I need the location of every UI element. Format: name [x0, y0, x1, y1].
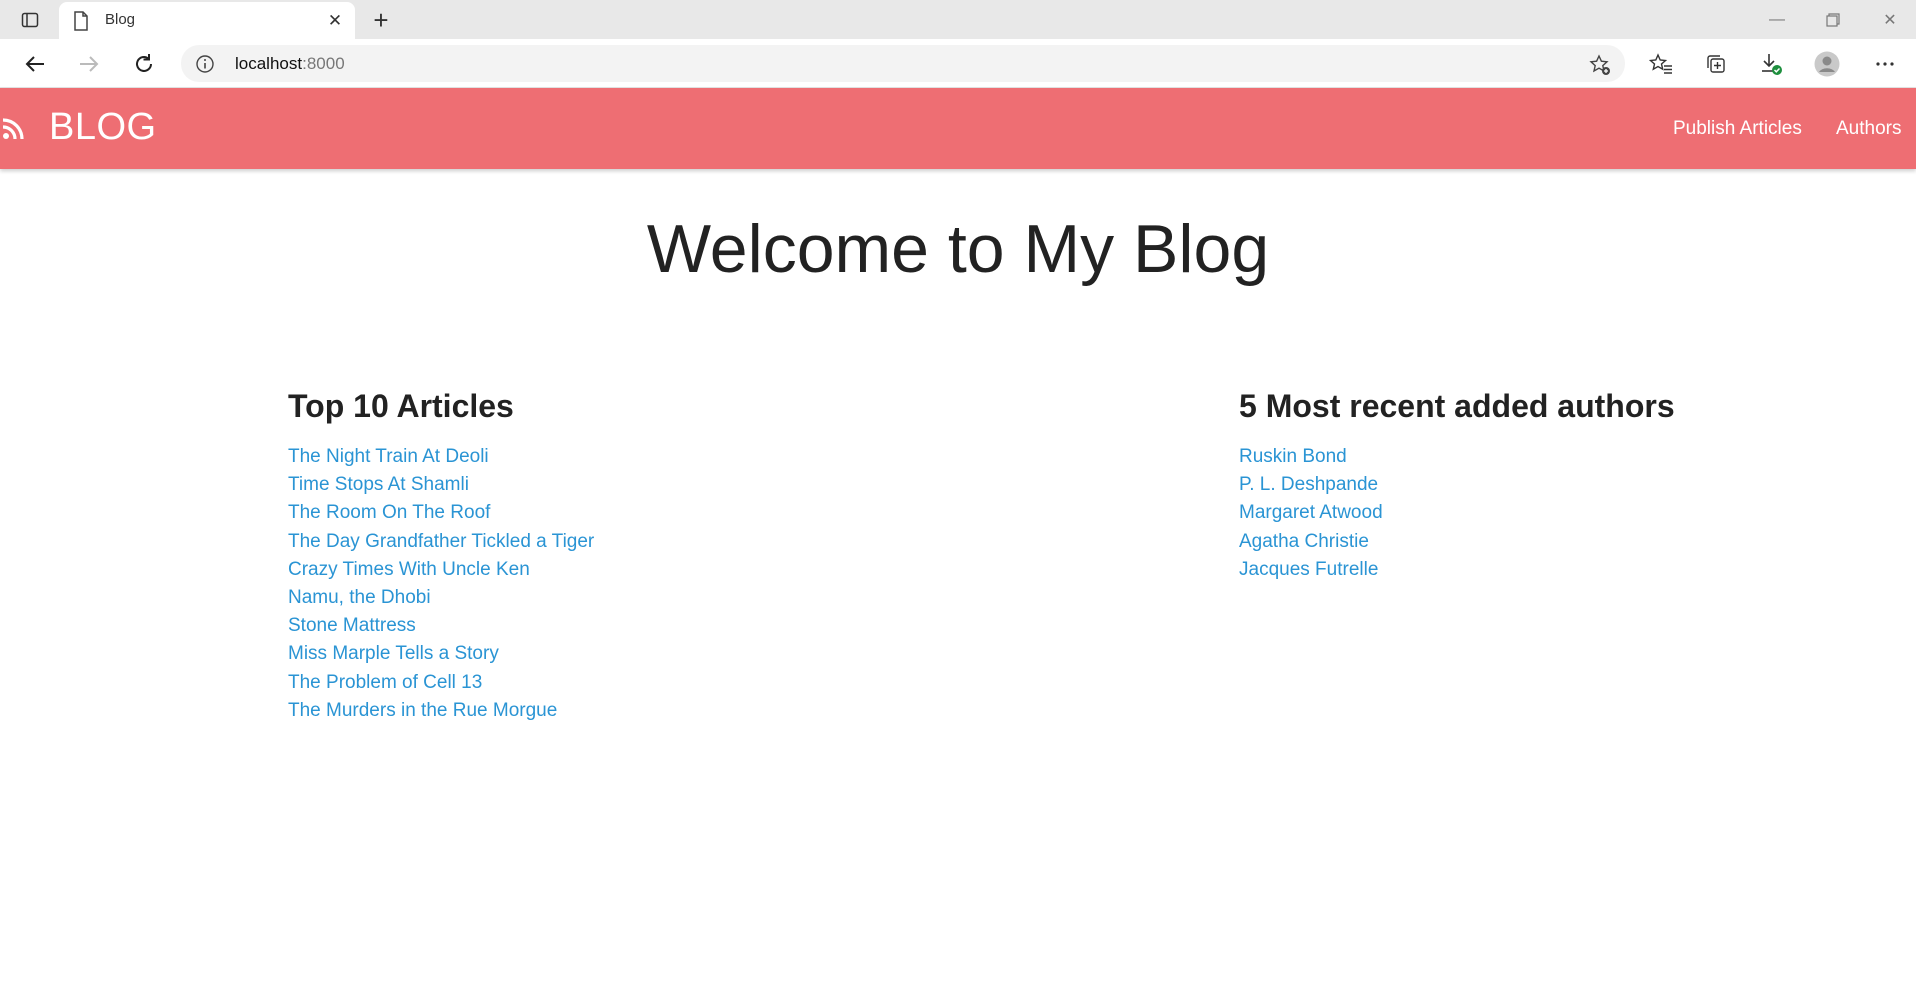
article-link[interactable]: Stone Mattress [288, 612, 594, 640]
profile-avatar-icon[interactable] [1812, 49, 1842, 79]
collections-icon[interactable] [1701, 49, 1731, 79]
articles-heading: Top 10 Articles [288, 388, 514, 424]
back-icon[interactable] [20, 49, 50, 79]
close-window-icon[interactable]: ✕ [1875, 6, 1905, 34]
author-link[interactable]: Jacques Futrelle [1239, 556, 1383, 584]
refresh-icon[interactable] [129, 49, 159, 79]
rss-icon [2, 118, 26, 140]
article-link[interactable]: Time Stops At Shamli [288, 471, 594, 499]
author-link[interactable]: Ruskin Bond [1239, 443, 1383, 471]
article-link[interactable]: The Problem of Cell 13 [288, 669, 594, 697]
article-link[interactable]: The Night Train At Deoli [288, 443, 594, 471]
nav-publish-articles[interactable]: Publish Articles [1673, 118, 1802, 140]
downloads-icon[interactable] [1756, 49, 1786, 79]
new-tab-icon[interactable]: + [368, 5, 394, 35]
minimize-icon[interactable]: — [1762, 6, 1792, 34]
site-navbar: BLOG Publish Articles Authors [0, 88, 1916, 169]
article-link[interactable]: Miss Marple Tells a Story [288, 640, 594, 668]
add-favorite-icon[interactable] [1589, 54, 1611, 76]
author-link[interactable]: Agatha Christie [1239, 528, 1383, 556]
url-port: :8000 [302, 54, 345, 73]
article-link[interactable]: Namu, the Dhobi [288, 584, 594, 612]
browser-tab[interactable]: Blog ✕ [59, 2, 355, 39]
browser-tab-bar: Blog ✕ + — ✕ [0, 0, 1916, 39]
restore-icon[interactable] [1818, 6, 1848, 34]
close-tab-icon[interactable]: ✕ [325, 11, 345, 31]
url-text: localhost:8000 [235, 54, 345, 74]
article-link[interactable]: The Room On The Roof [288, 499, 594, 527]
site-info-icon[interactable] [195, 54, 215, 74]
page-icon [73, 11, 91, 31]
authors-list: Ruskin Bond P. L. Deshpande Margaret Atwoo… [1239, 443, 1383, 584]
authors-heading: 5 Most recent added authors [1239, 388, 1675, 424]
brand-logo-link[interactable]: BLOG [49, 106, 157, 149]
tab-actions-icon[interactable] [18, 8, 42, 32]
browser-toolbar: localhost:8000 [0, 39, 1916, 88]
more-menu-icon[interactable] [1870, 49, 1900, 79]
article-link[interactable]: The Murders in the Rue Morgue [288, 697, 594, 725]
address-bar[interactable]: localhost:8000 [181, 45, 1625, 82]
favorites-icon[interactable] [1646, 49, 1676, 79]
url-host: localhost [235, 54, 303, 73]
nav-authors[interactable]: Authors [1836, 118, 1901, 140]
author-link[interactable]: P. L. Deshpande [1239, 471, 1383, 499]
article-link[interactable]: The Day Grandfather Tickled a Tiger [288, 528, 594, 556]
forward-icon[interactable] [74, 49, 104, 79]
page-title: Welcome to My Blog [646, 211, 1270, 287]
author-link[interactable]: Margaret Atwood [1239, 499, 1383, 527]
articles-list: The Night Train At Deoli Time Stops At Sh… [288, 443, 594, 725]
article-link[interactable]: Crazy Times With Uncle Ken [288, 556, 594, 584]
tab-title: Blog [105, 11, 136, 28]
